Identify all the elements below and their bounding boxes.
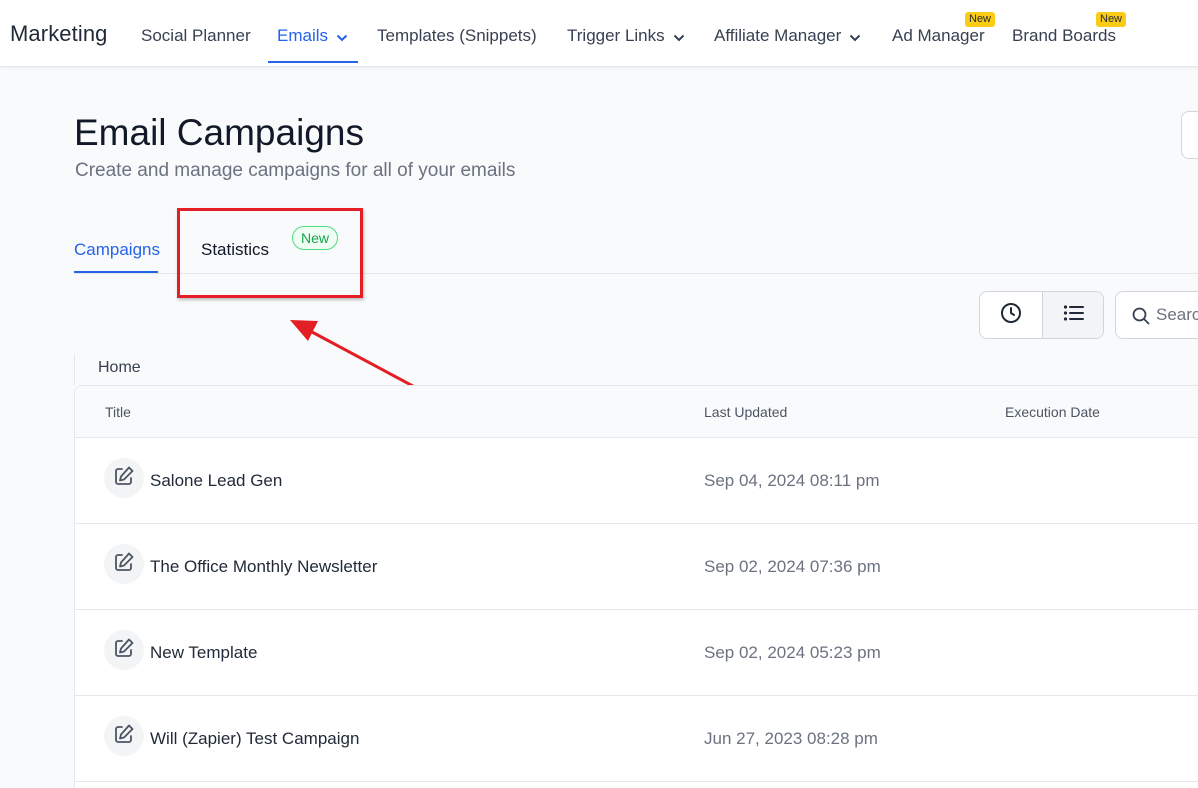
edit-campaign-button[interactable] bbox=[104, 630, 144, 670]
table-row[interactable]: The Office Monthly Newsletter Sep 02, 20… bbox=[75, 524, 1198, 610]
edit-campaign-button[interactable] bbox=[104, 544, 144, 584]
top-navigation: Marketing Social Planner Emails Template… bbox=[0, 0, 1198, 67]
edit-icon bbox=[113, 465, 135, 492]
nav-affiliate-manager[interactable]: Affiliate Manager bbox=[714, 26, 861, 47]
campaign-title[interactable]: New Template bbox=[150, 643, 257, 663]
column-header-last-updated[interactable]: Last Updated bbox=[704, 404, 787, 420]
nav-brand-boards[interactable]: Brand Boards bbox=[1012, 26, 1116, 46]
breadcrumb-home[interactable]: Home bbox=[98, 359, 141, 377]
edit-campaign-button[interactable] bbox=[104, 716, 144, 756]
last-updated: Sep 02, 2024 07:36 pm bbox=[704, 557, 881, 576]
table-header: Title Last Updated Execution Date bbox=[75, 386, 1198, 438]
clock-icon bbox=[1000, 302, 1022, 329]
chevron-down-icon bbox=[849, 27, 861, 47]
edit-icon bbox=[113, 637, 135, 664]
page-subtitle: Create and manage campaigns for all of y… bbox=[75, 160, 516, 181]
table-row[interactable]: New Template Sep 02, 2024 05:23 pm bbox=[75, 610, 1198, 696]
nav-label: Ad Manager bbox=[892, 26, 985, 45]
header-action-button[interactable] bbox=[1181, 111, 1198, 159]
nav-trigger-links[interactable]: Trigger Links bbox=[567, 26, 685, 47]
active-nav-indicator bbox=[268, 61, 358, 63]
nav-label: Emails bbox=[277, 26, 329, 45]
table-row[interactable]: Salone Lead Gen Sep 04, 2024 08:11 pm bbox=[75, 438, 1198, 524]
edit-icon bbox=[113, 723, 135, 750]
chevron-down-icon bbox=[673, 27, 685, 47]
campaign-title[interactable]: Will (Zapier) Test Campaign bbox=[150, 729, 359, 749]
last-updated: Sep 02, 2024 05:23 pm bbox=[704, 643, 881, 662]
new-badge: New bbox=[1096, 12, 1127, 27]
list-view-button[interactable] bbox=[1042, 292, 1103, 338]
view-toggle bbox=[979, 291, 1104, 339]
column-header-title[interactable]: Title bbox=[105, 404, 131, 420]
breadcrumb-divider bbox=[74, 354, 75, 385]
last-updated: Sep 04, 2024 08:11 pm bbox=[704, 471, 880, 490]
annotation-highlight-box bbox=[177, 208, 363, 298]
campaign-title[interactable]: The Office Monthly Newsletter bbox=[150, 557, 377, 577]
nav-emails[interactable]: Emails bbox=[277, 26, 348, 47]
tab-campaigns[interactable]: Campaigns bbox=[74, 240, 160, 260]
search-box bbox=[1115, 291, 1198, 339]
active-tab-indicator bbox=[74, 271, 158, 273]
edit-campaign-button[interactable] bbox=[104, 458, 144, 498]
table-row[interactable]: Will (Zapier) Test Campaign Jun 27, 2023… bbox=[75, 696, 1198, 782]
new-badge: New bbox=[965, 12, 996, 27]
timeline-view-button[interactable] bbox=[980, 292, 1042, 338]
edit-icon bbox=[113, 551, 135, 578]
nav-social-planner[interactable]: Social Planner bbox=[141, 26, 251, 46]
nav-ad-manager[interactable]: Ad Manager bbox=[892, 26, 985, 46]
campaigns-table: Title Last Updated Execution Date Salone… bbox=[74, 385, 1198, 788]
last-updated: Jun 27, 2023 08:28 pm bbox=[704, 729, 878, 748]
campaign-title[interactable]: Salone Lead Gen bbox=[150, 471, 282, 491]
brand-title: Marketing bbox=[10, 21, 108, 46]
page-title: Email Campaigns bbox=[74, 112, 364, 153]
nav-label: Affiliate Manager bbox=[714, 26, 842, 45]
column-header-execution-date[interactable]: Execution Date bbox=[1005, 404, 1100, 420]
list-icon bbox=[1063, 304, 1085, 327]
nav-label: Brand Boards bbox=[1012, 26, 1116, 45]
nav-label: Templates (Snippets) bbox=[377, 26, 537, 45]
nav-label: Trigger Links bbox=[567, 26, 665, 45]
search-icon bbox=[1132, 307, 1150, 330]
nav-templates-snippets[interactable]: Templates (Snippets) bbox=[377, 26, 537, 46]
chevron-down-icon bbox=[336, 27, 348, 47]
nav-label: Social Planner bbox=[141, 26, 251, 45]
search-input[interactable] bbox=[1156, 304, 1198, 326]
